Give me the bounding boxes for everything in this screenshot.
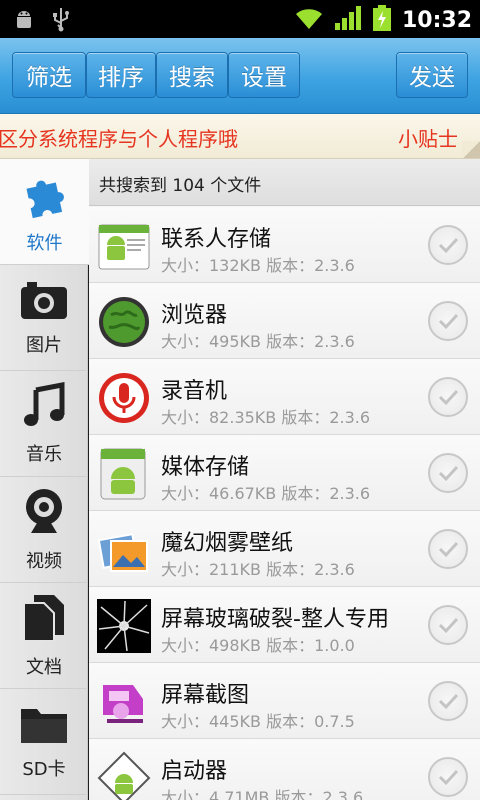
battery-charging-icon (372, 4, 392, 36)
app-meta: 大小：498KB 版本：1.0.0 (161, 636, 355, 655)
app-name: 启动器 (161, 759, 228, 784)
status-bar: 10:32 (0, 0, 480, 38)
android-media-icon (97, 447, 151, 501)
sidebar-item-label: 视频 (26, 550, 62, 572)
document-icon (22, 593, 66, 647)
list-item[interactable]: 录音机 大小：82.35KB 版本：2.3.6 (89, 359, 480, 435)
app-meta: 大小：445KB 版本：0.7.5 (161, 712, 355, 731)
app-meta: 大小：132KB 版本：2.3.6 (161, 256, 355, 275)
sidebar-item-label: SD卡 (22, 758, 66, 780)
app-meta: 大小：46.67KB 版本：2.3.6 (161, 484, 371, 503)
settings-button[interactable]: 设置 (228, 52, 300, 98)
list-item[interactable]: 启动器 大小：4.71MB 版本：2.3.6 (89, 739, 480, 800)
select-checkbox[interactable] (428, 377, 468, 417)
list-item[interactable]: 媒体存储 大小：46.67KB 版本：2.3.6 (89, 435, 480, 511)
sidebar-item-label: 文档 (26, 656, 62, 678)
list-item[interactable]: 屏幕玻璃破裂-整人专用 大小：498KB 版本：1.0.0 (89, 587, 480, 663)
list-item[interactable]: 魔幻烟雾壁纸 大小：211KB 版本：2.3.6 (89, 511, 480, 587)
select-checkbox[interactable] (428, 301, 468, 341)
usb-icon (50, 6, 72, 36)
select-checkbox[interactable] (428, 529, 468, 569)
result-count: 共搜索到 104 个文件 (89, 159, 480, 206)
sidebar-item-documents[interactable]: 文档 (0, 583, 88, 689)
sidebar-item-pictures[interactable]: 图片 (0, 265, 88, 371)
app-name: 屏幕截图 (161, 683, 250, 708)
sidebar-item-video[interactable]: 视频 (0, 477, 88, 583)
android-debug-icon (12, 7, 36, 35)
select-checkbox[interactable] (428, 757, 468, 797)
select-checkbox[interactable] (428, 453, 468, 493)
tip-text: 区分系统程序与个人程序哦 (0, 127, 238, 151)
send-button[interactable]: 发送 (396, 52, 468, 98)
app-name: 媒体存储 (161, 455, 250, 480)
file-list-panel: 共搜索到 104 个文件 联系人存储 大小：132KB 版本：2.3.6 浏览器… (89, 159, 480, 800)
music-note-icon (20, 381, 68, 434)
globe-icon (97, 295, 151, 349)
wallpaper-icon (97, 523, 151, 577)
sidebar-item-software[interactable]: 软件 (0, 159, 89, 265)
folder-icon (19, 703, 69, 749)
list-item[interactable]: 浏览器 大小：495KB 版本：2.3.6 (89, 283, 480, 359)
broken-glass-icon (97, 599, 151, 653)
app-name: 魔幻烟雾壁纸 (161, 531, 294, 556)
page-fold-icon (462, 141, 480, 158)
category-sidebar: 软件 图片 音乐 视频 文档 SD卡 (0, 159, 89, 800)
sidebar-item-label: 图片 (26, 334, 62, 356)
search-button[interactable]: 搜索 (156, 52, 228, 98)
puzzle-icon (20, 169, 70, 223)
android-contacts-icon (97, 219, 151, 273)
tip-label: 小贴士 (398, 127, 458, 151)
list-item[interactable]: 屏幕截图 大小：445KB 版本：0.7.5 (89, 663, 480, 739)
launcher-icon (97, 751, 151, 800)
toolbar: 筛选 排序 搜索 设置 发送 (0, 38, 480, 114)
camera-icon (19, 279, 69, 325)
app-name: 联系人存储 (161, 227, 272, 252)
sidebar-item-music[interactable]: 音乐 (0, 371, 88, 477)
select-checkbox[interactable] (428, 225, 468, 265)
screenshot-icon (97, 675, 151, 729)
app-meta: 大小：82.35KB 版本：2.3.6 (161, 408, 371, 427)
filter-button[interactable]: 筛选 (12, 52, 86, 98)
sidebar-item-sdcard[interactable]: SD卡 (0, 689, 88, 795)
clock: 10:32 (401, 7, 472, 33)
list-item[interactable]: 联系人存储 大小：132KB 版本：2.3.6 (89, 207, 480, 283)
app-meta: 大小：211KB 版本：2.3.6 (161, 560, 355, 579)
sidebar-item-label: 软件 (26, 232, 63, 254)
app-name: 浏览器 (161, 303, 228, 328)
app-name: 录音机 (161, 379, 228, 404)
app-meta: 大小：4.71MB 版本：2.3.6 (161, 788, 364, 800)
app-meta: 大小：495KB 版本：2.3.6 (161, 332, 355, 351)
webcam-icon (21, 487, 67, 541)
sidebar-item-label: 音乐 (26, 443, 62, 465)
signal-icon (334, 5, 362, 35)
select-checkbox[interactable] (428, 681, 468, 721)
wifi-icon (294, 5, 324, 35)
app-name: 屏幕玻璃破裂-整人专用 (161, 607, 389, 632)
select-checkbox[interactable] (428, 605, 468, 645)
microphone-icon (97, 371, 151, 425)
sort-button[interactable]: 排序 (86, 52, 156, 98)
tip-bar: 区分系统程序与个人程序哦 小贴士 (0, 114, 480, 159)
